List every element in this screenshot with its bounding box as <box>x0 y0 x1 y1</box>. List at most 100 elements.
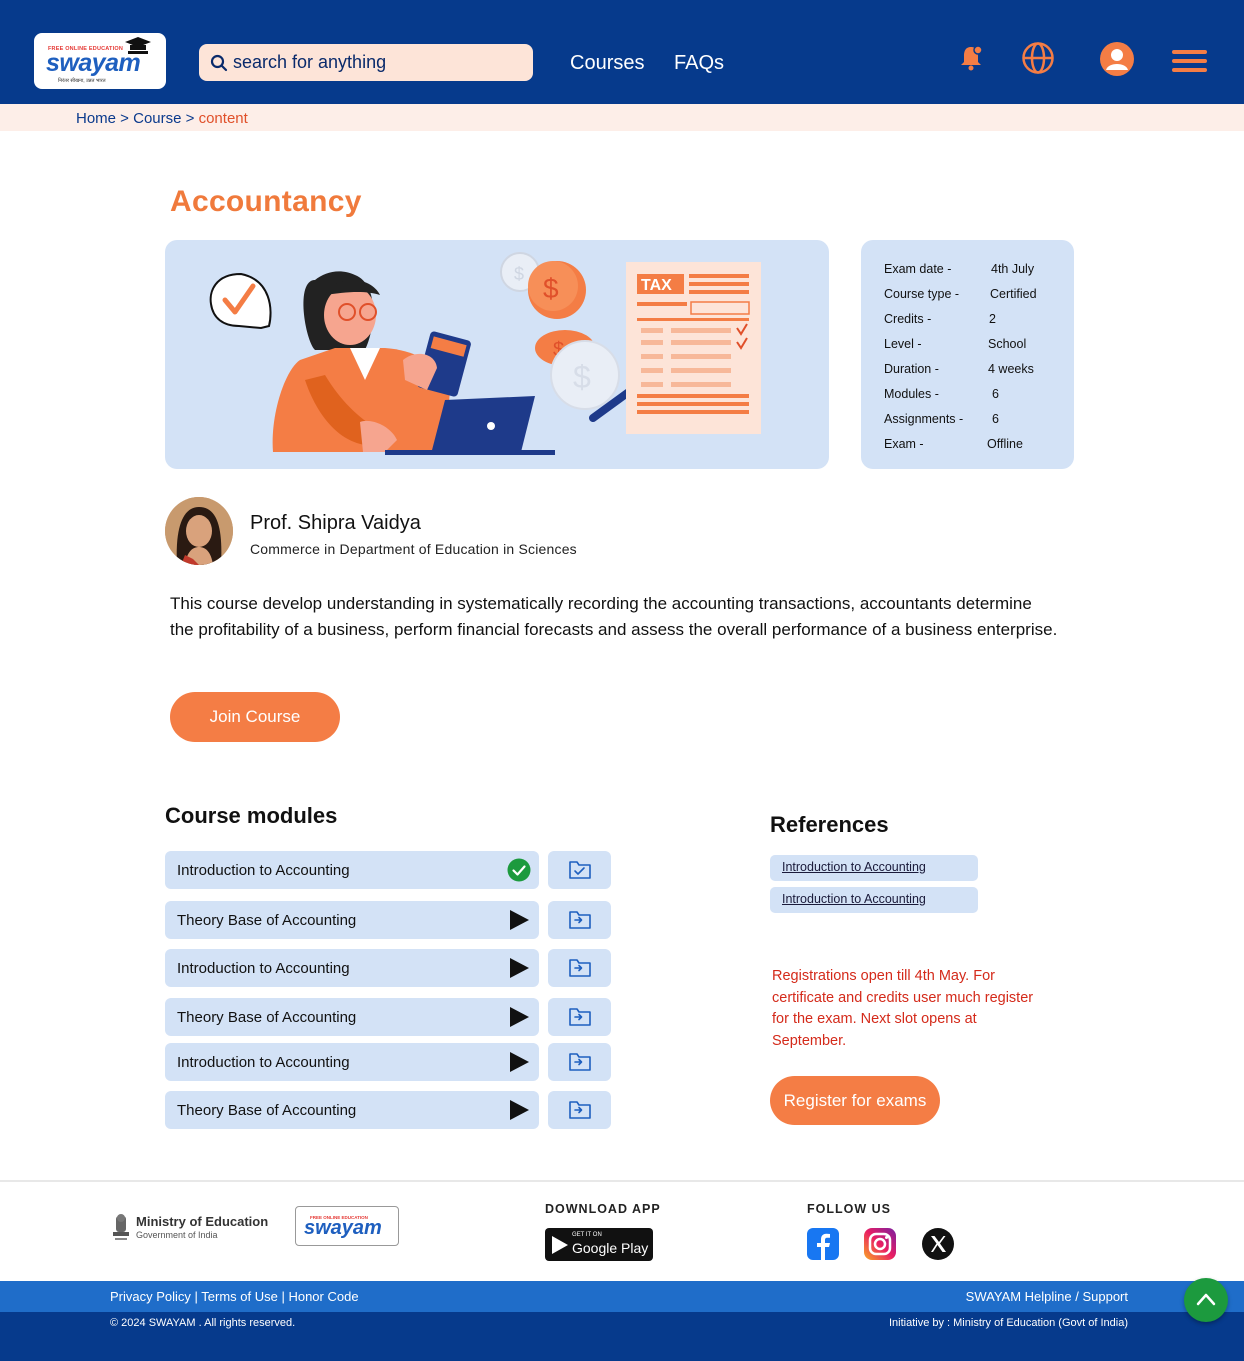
nav-faqs-link[interactable]: FAQs <box>674 52 724 75</box>
svg-text:$: $ <box>543 273 559 304</box>
course-detail-value: 2 <box>989 312 996 326</box>
course-title: Accountancy <box>170 185 362 218</box>
play-icon[interactable] <box>507 1098 531 1122</box>
reference-link[interactable]: Introduction to Accounting <box>782 892 926 906</box>
course-detail-value: School <box>988 337 1027 351</box>
course-modules-heading: Course modules <box>165 803 338 828</box>
course-detail-value: Certified <box>990 287 1037 301</box>
reference-link[interactable]: Introduction to Accounting <box>782 860 926 874</box>
register-for-exams-button[interactable]: Register for exams <box>770 1076 940 1125</box>
follow-us-label: FOLLOW US <box>807 1202 891 1216</box>
footer-helpline-link[interactable]: SWAYAM Helpline / Support <box>966 1289 1128 1304</box>
folder-icon <box>569 1008 591 1026</box>
chevron-up-icon <box>1196 1293 1216 1306</box>
module-title: Introduction to Accounting <box>177 960 350 977</box>
professor-avatar <box>165 497 233 565</box>
ministry-name: Ministry of Education <box>136 1214 269 1229</box>
google-play-badge[interactable]: GET IT ON Google Play <box>545 1228 653 1261</box>
module-title: Theory Base of Accounting <box>177 1102 357 1119</box>
x-twitter-icon[interactable] <box>922 1228 954 1260</box>
footer-logo-wordmark: swayam <box>304 1217 382 1239</box>
tax-document-label: TAX <box>641 277 672 294</box>
module-folder-done-button[interactable] <box>548 851 611 889</box>
course-description: This course develop understanding in sys… <box>170 594 1058 639</box>
module-title: Theory Base of Accounting <box>177 1009 357 1026</box>
play-icon[interactable] <box>507 1050 531 1074</box>
breadcrumb-current: content <box>198 110 248 127</box>
course-detail-key: Level - <box>884 337 922 351</box>
footer-policy-links[interactable]: Privacy Policy | Terms of Use | Honor Co… <box>110 1289 359 1304</box>
course-detail-key: Assignments - <box>884 412 964 426</box>
module-title: Introduction to Accounting <box>177 862 350 879</box>
folder-icon <box>569 1101 591 1119</box>
svg-text:$: $ <box>514 264 524 284</box>
footer-copyright-bar: © 2024 SWAYAM . All rights reserved. Ini… <box>0 1312 1244 1361</box>
course-detail-key: Exam - <box>884 437 924 451</box>
module-item[interactable]: Theory Base of Accounting <box>165 901 539 939</box>
module-folder-open-button[interactable] <box>548 998 611 1036</box>
swayam-logo[interactable]: FREE ONLINE EDUCATION swayam निरंतर सीखन… <box>34 33 166 89</box>
folder-icon <box>569 959 591 977</box>
copyright-text: © 2024 SWAYAM . All rights reserved. <box>110 1317 296 1329</box>
module-item[interactable]: Introduction to Accounting <box>165 851 539 889</box>
course-detail-key: Modules - <box>884 387 939 401</box>
top-header: FREE ONLINE EDUCATION swayam निरंतर सीखन… <box>0 0 1244 104</box>
instagram-icon[interactable] <box>864 1228 896 1260</box>
module-title: Introduction to Accounting <box>177 1054 350 1071</box>
module-item[interactable]: Theory Base of Accounting <box>165 1091 539 1129</box>
hamburger-menu-icon[interactable] <box>1172 49 1208 73</box>
course-detail-value: 4 weeks <box>988 362 1034 376</box>
reference-item: Introduction to Accounting <box>770 887 978 913</box>
ministry-subtitle: Government of India <box>136 1230 218 1240</box>
professor-name: Prof. Shipra Vaidya <box>250 512 421 534</box>
module-folder-open-button[interactable] <box>548 901 611 939</box>
footer-top: Ministry of Education Government of Indi… <box>0 1180 1244 1280</box>
folder-icon <box>569 1053 591 1071</box>
search-bar[interactable] <box>199 44 533 81</box>
reference-item: Introduction to Accounting <box>770 855 978 881</box>
breadcrumb-separator: > <box>181 110 199 127</box>
user-profile-icon[interactable] <box>1100 42 1134 76</box>
course-detail-key: Credits - <box>884 312 932 326</box>
graduation-cap-icon <box>125 37 151 54</box>
completed-check-icon <box>507 858 531 882</box>
svg-text:$: $ <box>573 359 591 395</box>
globe-language-icon[interactable] <box>1021 41 1055 75</box>
course-details-card: Exam date - 4th July Course type - Certifie… <box>861 240 1074 469</box>
module-folder-open-button[interactable] <box>548 949 611 987</box>
initiative-text: Initiative by : Ministry of Education (G… <box>888 1317 1128 1329</box>
play-icon[interactable] <box>507 908 531 932</box>
module-folder-open-button[interactable] <box>548 1043 611 1081</box>
breadcrumb-bar: Home > Course > content <box>0 104 1244 131</box>
search-input[interactable] <box>233 44 523 81</box>
module-item[interactable]: Introduction to Accounting <box>165 949 539 987</box>
footer-swayam-logo[interactable]: FREE ONLINE EDUCATION swayam <box>295 1206 399 1246</box>
professor-department: Commerce in Department of Education in S… <box>250 541 577 557</box>
play-icon[interactable] <box>507 1005 531 1029</box>
footer-links-bar: Privacy Policy | Terms of Use | Honor Co… <box>0 1281 1244 1312</box>
nav-courses-link[interactable]: Courses <box>570 52 644 75</box>
breadcrumb-separator: > <box>116 110 134 127</box>
search-icon <box>210 54 228 72</box>
registration-notice: Registrations open till 4th May. For cer… <box>772 968 1034 1049</box>
play-icon[interactable] <box>507 956 531 980</box>
scroll-to-top-button[interactable] <box>1184 1278 1228 1322</box>
course-detail-key: Course type - <box>884 287 960 301</box>
module-item[interactable]: Theory Base of Accounting <box>165 998 539 1036</box>
join-course-button[interactable]: Join Course <box>170 692 340 742</box>
google-play-small-text: GET IT ON <box>572 1232 602 1238</box>
breadcrumb-home[interactable]: Home <box>76 110 116 127</box>
course-hero-illustration: $ $ $ $ TAX <box>165 240 829 469</box>
national-emblem-icon <box>113 1214 129 1240</box>
course-detail-value: 4th July <box>991 262 1035 276</box>
breadcrumb-course[interactable]: Course <box>133 110 181 127</box>
module-folder-open-button[interactable] <box>548 1091 611 1129</box>
facebook-icon[interactable] <box>807 1228 839 1260</box>
notification-bell-icon[interactable] <box>957 44 985 72</box>
breadcrumb: Home > Course > content <box>76 110 248 127</box>
ministry-of-education-logo[interactable]: Ministry of Education Government of Indi… <box>110 1212 268 1251</box>
module-title: Theory Base of Accounting <box>177 912 357 929</box>
download-app-label: DOWNLOAD APP <box>545 1202 661 1216</box>
module-item[interactable]: Introduction to Accounting <box>165 1043 539 1081</box>
course-detail-value: Offline <box>987 437 1023 451</box>
